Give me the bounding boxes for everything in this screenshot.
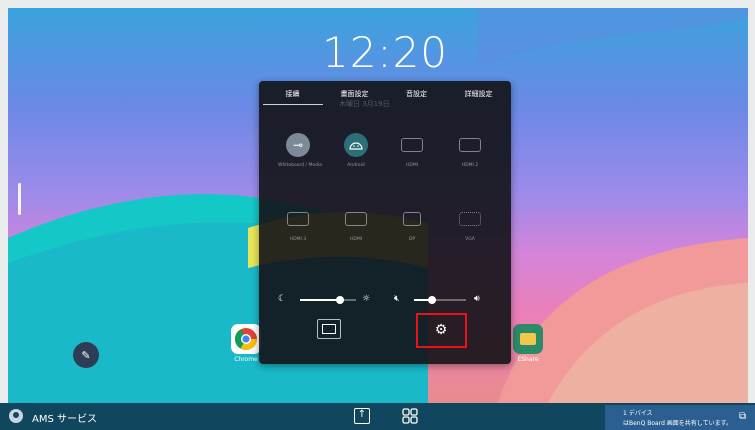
clock-time: 12:20 (321, 28, 449, 77)
brightness-slider[interactable] (300, 296, 356, 304)
source-android[interactable]: Android (336, 133, 376, 168)
tab-advanced-settings[interactable]: 詳細設定 (447, 89, 510, 99)
mute-icon[interactable]: 🔇︎ (394, 294, 400, 304)
hdmi-port-icon (286, 207, 310, 231)
desktop-screen: 12:20 ✎ Chrome EShare 接續 畫面設定 音設定 詳細設定 木… (0, 0, 755, 430)
folder-icon (520, 333, 536, 345)
volume-knob[interactable] (428, 296, 437, 304)
pen-button[interactable]: ✎ (73, 342, 99, 368)
night-mode-icon: ☾ (278, 294, 287, 304)
tab-connection[interactable]: 接續 (261, 89, 324, 99)
source-label: HDMI (405, 163, 419, 168)
vga-port-icon (458, 207, 482, 231)
user-name[interactable]: AMS サービス (32, 410, 97, 425)
active-tab-indicator (263, 104, 323, 105)
source-vga[interactable]: VGA (450, 207, 490, 242)
share-button[interactable]: ↑ (354, 408, 370, 424)
source-dp[interactable]: DP (392, 207, 432, 242)
source-label: Whiteboard / Media (278, 163, 322, 168)
apps-grid-button[interactable] (402, 408, 418, 424)
source-label: VGA (465, 237, 475, 242)
notice-device-count: 1 デバイス (623, 410, 653, 417)
source-label: DP (408, 237, 416, 242)
grid-icon (402, 408, 418, 424)
source-hdmi-3[interactable]: HDMI 3 (278, 207, 318, 242)
screen-share-notice[interactable]: 1 デバイス はBenQ Board 画面を共有しています。 ⧉ (605, 405, 755, 430)
source-hdmi-4[interactable]: HDMI (336, 207, 376, 242)
hdmi-port-icon (400, 133, 424, 157)
volume-slider[interactable] (414, 296, 466, 304)
source-whiteboard[interactable]: ⊸ Whiteboard / Media (278, 133, 322, 168)
source-label: HDMI 2 (461, 163, 479, 168)
upload-arrow-icon: ↑ (357, 409, 367, 420)
brightness-icon: ☼ (362, 294, 371, 304)
notice-message: はBenQ Board 画面を共有しています。 (623, 420, 733, 427)
source-hdmi[interactable]: HDMI (392, 133, 432, 168)
pen-icon: ✎ (81, 348, 91, 362)
input-source-icon: ⊸ (286, 133, 310, 157)
source-label: HDMI (349, 237, 363, 242)
tab-display-settings[interactable]: 畫面設定 (323, 89, 386, 99)
background-date-text: 木曜日 3月19日 (339, 100, 390, 108)
volume-icon: 🔊︎ (474, 294, 480, 304)
screen-share-icon (322, 324, 336, 334)
chrome-icon (235, 328, 257, 350)
chrome-app[interactable] (231, 324, 261, 354)
dp-port-icon (400, 207, 424, 231)
avatar[interactable] (9, 409, 23, 423)
cast-icon: ⧉ (739, 411, 747, 422)
user-icon (13, 412, 19, 418)
source-label: HDMI 3 (289, 237, 307, 242)
brightness-fill (300, 299, 341, 301)
brightness-knob[interactable] (336, 296, 345, 304)
highlight-box (416, 313, 467, 348)
tab-sound-settings[interactable]: 音設定 (385, 89, 448, 99)
hdmi-port-icon (458, 133, 482, 157)
screen-share-button[interactable] (317, 319, 341, 339)
quick-settings-panel: 接續 畫面設定 音設定 詳細設定 木曜日 3月19日 ⊸ Whiteboard … (259, 81, 511, 364)
files-app[interactable] (513, 324, 543, 354)
android-icon (344, 133, 368, 157)
source-hdmi-2[interactable]: HDMI 2 (450, 133, 490, 168)
hdmi-port-icon (344, 207, 368, 231)
source-label: Android (347, 163, 365, 168)
left-edge-handle[interactable] (18, 183, 21, 215)
